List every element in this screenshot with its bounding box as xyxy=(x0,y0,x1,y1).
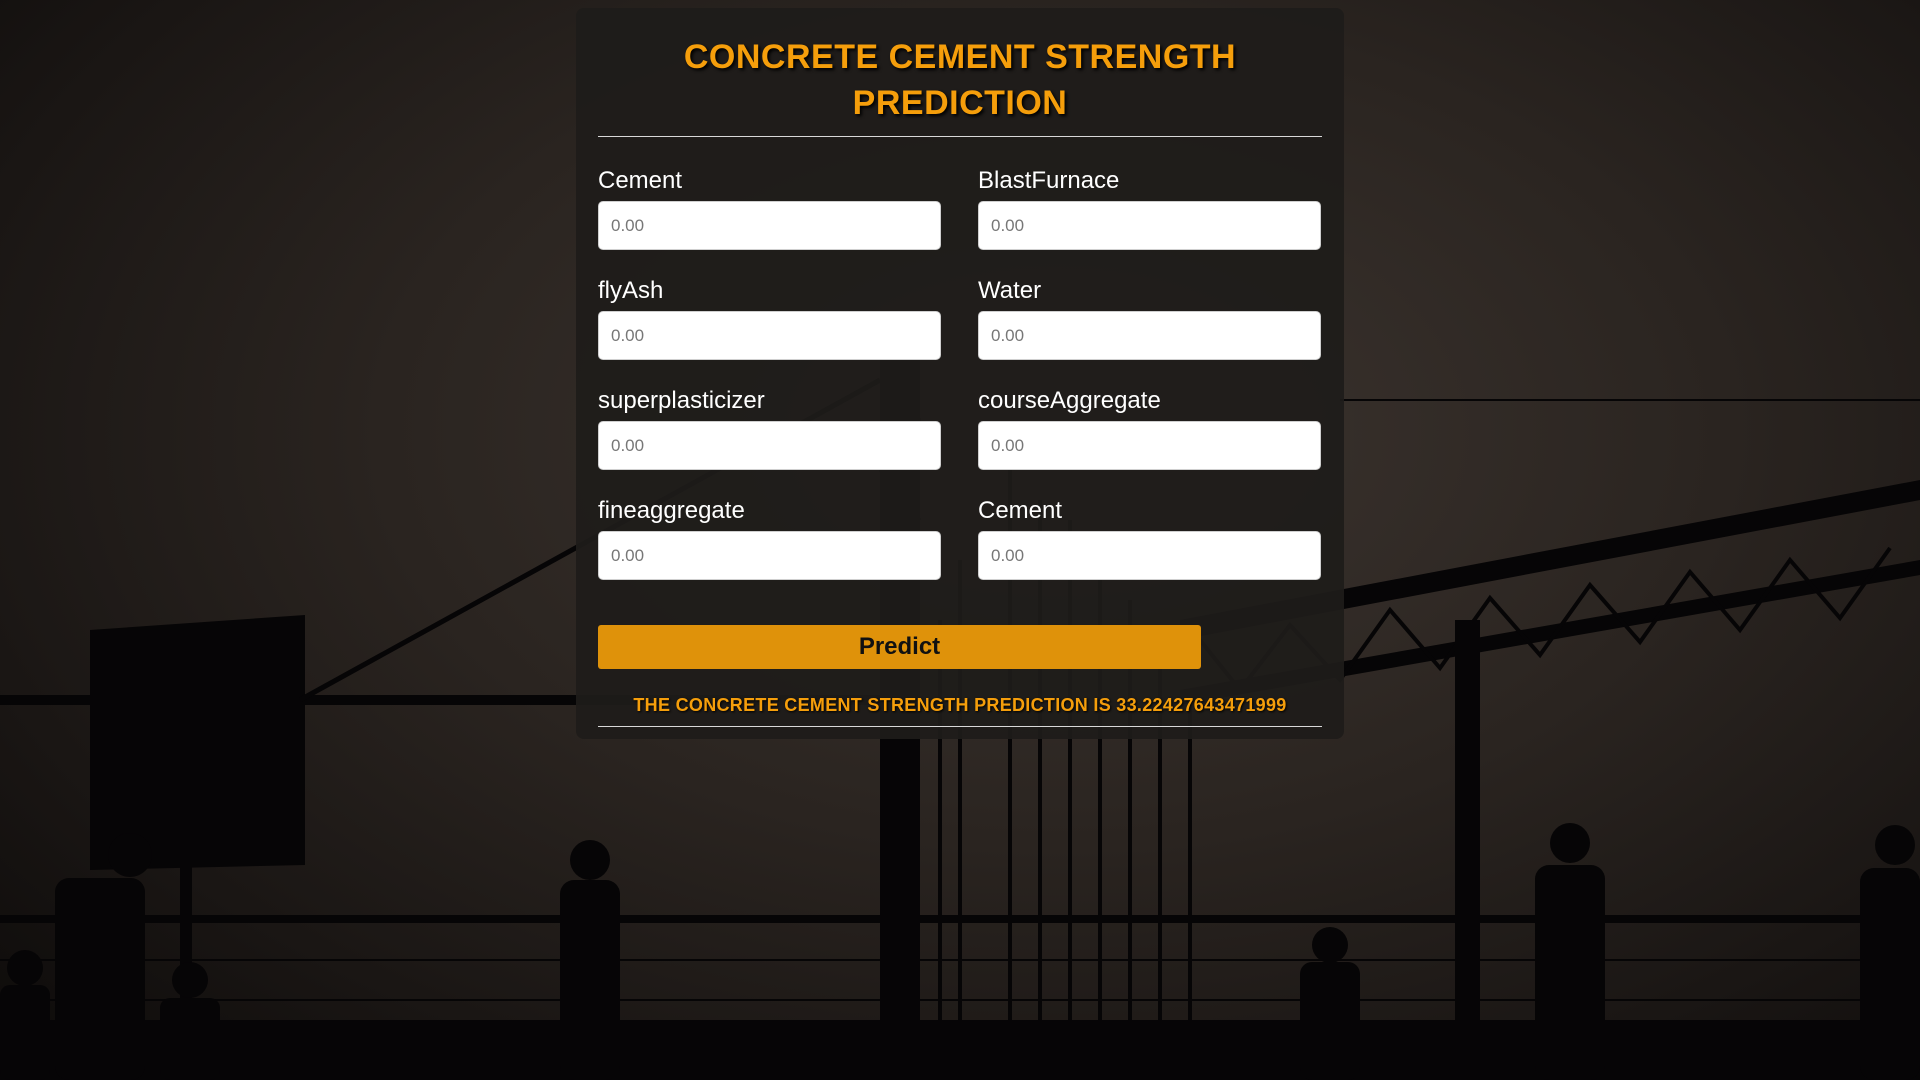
result-divider xyxy=(598,726,1322,727)
field-label: BlastFurnace xyxy=(978,167,1120,194)
courseaggregate-input[interactable] xyxy=(978,421,1321,470)
superplasticizer-input[interactable] xyxy=(598,421,941,470)
prediction-form: Cement BlastFurnace flyAsh Water superpl… xyxy=(598,167,1322,607)
field-label: superplasticizer xyxy=(598,387,765,414)
predict-button[interactable]: Predict xyxy=(598,625,1201,669)
field-label: fineaggregate xyxy=(598,497,745,524)
page-title: CONCRETE CEMENT STRENGTH PREDICTION xyxy=(683,38,1237,122)
field-label: flyAsh xyxy=(598,277,664,304)
field-water: Water xyxy=(978,277,1321,387)
field-label: Cement xyxy=(598,167,683,194)
field-cement-2: Cement xyxy=(978,497,1321,607)
prediction-result-text: THE CONCRETE CEMENT STRENGTH PREDICTION … xyxy=(633,695,1287,715)
title-divider xyxy=(598,136,1322,137)
flyash-input[interactable] xyxy=(598,311,941,360)
water-input[interactable] xyxy=(978,311,1321,360)
field-courseaggregate: courseAggregate xyxy=(978,387,1321,497)
field-label: Cement xyxy=(978,497,1063,524)
field-fineaggregate: fineaggregate xyxy=(598,497,941,607)
field-flyash: flyAsh xyxy=(598,277,941,387)
cement-input[interactable] xyxy=(598,201,941,250)
fineaggregate-input[interactable] xyxy=(598,531,941,580)
field-label: courseAggregate xyxy=(978,387,1161,414)
prediction-card: CONCRETE CEMENT STRENGTH PREDICTION Ceme… xyxy=(576,8,1344,739)
field-blastfurnace: BlastFurnace xyxy=(978,167,1321,277)
cement-input-2[interactable] xyxy=(978,531,1321,580)
blastfurnace-input[interactable] xyxy=(978,201,1321,250)
field-label: Water xyxy=(978,277,1042,304)
field-superplasticizer: superplasticizer xyxy=(598,387,941,497)
field-cement: Cement xyxy=(598,167,941,277)
